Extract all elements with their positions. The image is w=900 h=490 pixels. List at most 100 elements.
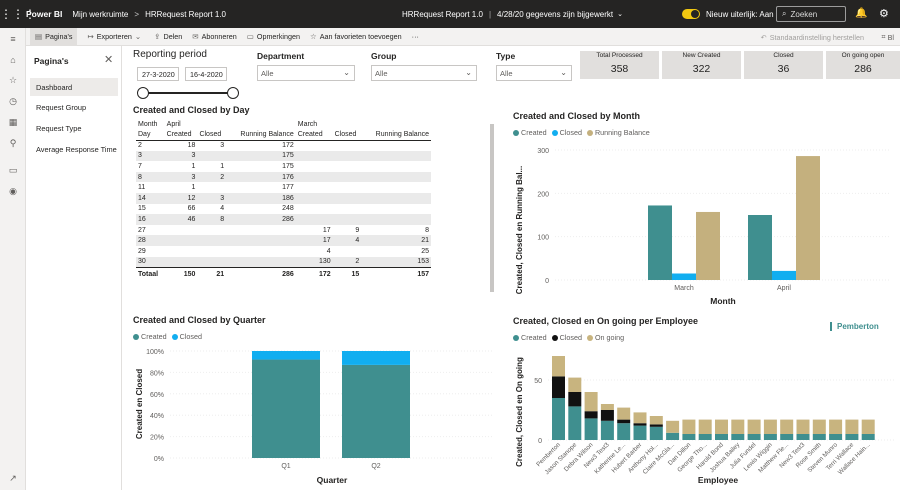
group-dropdown[interactable]: Alle ⌄ bbox=[371, 65, 477, 81]
type-dropdown[interactable]: Alle ⌄ bbox=[496, 65, 572, 81]
employee-highlight-label[interactable]: Pemberton bbox=[830, 322, 879, 331]
comment-icon: ▭ bbox=[246, 32, 254, 41]
matrix-cell: 3 bbox=[220, 142, 225, 150]
breadcrumb-report[interactable]: HRRequest Report 1.0 bbox=[145, 10, 226, 19]
shared-icon[interactable]: ⚲ bbox=[0, 133, 26, 154]
bar-on-going bbox=[861, 419, 875, 434]
home-icon[interactable]: ⌂ bbox=[0, 49, 26, 70]
more-options-button[interactable]: ··· bbox=[412, 28, 419, 46]
chart-month[interactable]: 0 100 200 300 March April Month Created, Closed… bbox=[510, 140, 900, 310]
export-button[interactable]: ↦ Exporteren ⌄ bbox=[87, 28, 144, 46]
department-dropdown[interactable]: Alle ⌄ bbox=[257, 65, 355, 81]
bar-closed bbox=[584, 411, 598, 419]
date-slider-start-handle[interactable] bbox=[137, 87, 149, 99]
matrix-cell bbox=[197, 246, 226, 257]
matrix-row: 8 3 2 176 bbox=[136, 171, 431, 183]
bar-created bbox=[617, 423, 631, 440]
bar-on-going bbox=[763, 419, 777, 434]
legend-item-closed[interactable]: Closed bbox=[171, 332, 202, 341]
matrix-cell: 8 bbox=[136, 171, 165, 183]
page-item-dashboard[interactable]: Dashboard bbox=[30, 78, 118, 96]
matrix-cell bbox=[361, 140, 431, 151]
breadcrumb-workspace[interactable]: Mijn werkruimte bbox=[72, 10, 128, 19]
brand-name[interactable]: Power BI bbox=[26, 9, 62, 19]
legend-dot bbox=[513, 129, 519, 136]
matrix-cell bbox=[361, 119, 431, 130]
date-end-input[interactable]: 16-4-2020 bbox=[185, 67, 227, 81]
y-axis-label: Created, Closed en On going bbox=[515, 357, 524, 467]
workspaces-icon[interactable]: ◉ bbox=[0, 181, 26, 202]
learn-icon[interactable]: ▭ bbox=[0, 160, 26, 181]
kpi-card-new-created[interactable]: New Created 322 bbox=[662, 51, 741, 79]
page-item-request-type[interactable]: Request Type bbox=[30, 119, 118, 137]
matrix-scrollbar[interactable] bbox=[490, 124, 494, 292]
share-button[interactable]: ⇪ Delen bbox=[154, 28, 182, 46]
kpi-card-closed[interactable]: Closed 36 bbox=[744, 51, 823, 79]
date-slider-end-handle[interactable] bbox=[227, 87, 239, 99]
kpi-card-total-processed[interactable]: Total Processed 358 bbox=[580, 51, 659, 79]
left-navigation: ≡ ⌂ ☆ ◷ ▦ ⚲ ▭ ◉ ↗ bbox=[0, 28, 26, 490]
settings-gear-icon[interactable]: ⚙ bbox=[879, 7, 889, 20]
reset-default-button[interactable]: ↶ Standaardinstelling herstellen bbox=[761, 28, 864, 46]
matrix-cell: 15 bbox=[332, 266, 362, 283]
apps-icon[interactable]: ▦ bbox=[0, 112, 26, 133]
bar-created bbox=[682, 434, 696, 440]
data-updated-status[interactable]: 4/28/20 gegevens zijn bijgewerkt bbox=[497, 10, 613, 19]
comments-button[interactable]: ▭ Opmerkingen bbox=[247, 28, 300, 46]
chart-quarter[interactable]: 0% 20% 40% 60% 80% 100% Q1 Q2 Quarter Created en … bbox=[130, 342, 500, 486]
matrix-cell: Month bbox=[138, 120, 158, 128]
y-tick-label: 0% bbox=[154, 456, 164, 463]
pages-button[interactable]: ▤ Pagina's bbox=[30, 27, 78, 46]
legend-item-created[interactable]: Created bbox=[513, 333, 547, 342]
kpi-card-on-going-open[interactable]: On going open 286 bbox=[826, 51, 900, 79]
legend-dot bbox=[586, 129, 593, 136]
matrix-cell: 29 bbox=[138, 247, 146, 255]
matrix-cell bbox=[197, 150, 227, 162]
expand-nav-icon[interactable]: ↗ bbox=[0, 473, 26, 484]
matrix-cell: 286 bbox=[226, 214, 296, 225]
date-range-slider-track[interactable] bbox=[143, 92, 233, 94]
hamburger-menu-icon[interactable]: ≡ bbox=[0, 28, 26, 49]
bar-created bbox=[568, 406, 582, 440]
chart-employee[interactable]: 050PembertonJason StanopeDebra WilsonNew… bbox=[510, 342, 900, 488]
chevron-down-icon: ⌄ bbox=[465, 68, 472, 77]
close-icon[interactable]: ✕ bbox=[104, 53, 113, 66]
legend-label: Running Balance bbox=[594, 128, 650, 137]
legend-item-created[interactable]: Created bbox=[513, 128, 547, 137]
favorites-star-icon[interactable]: ☆ bbox=[0, 70, 26, 91]
matrix-cell bbox=[361, 204, 431, 215]
favorite-button[interactable]: ☆ Aan favorieten toevoegen bbox=[310, 28, 402, 46]
date-start-input[interactable]: 27-3-2020 bbox=[137, 67, 179, 81]
report-title-area: HRRequest Report 1.0 | 4/28/20 gegevens … bbox=[402, 0, 623, 28]
app-launcher-icon[interactable]: ⋮⋮⋮ bbox=[0, 7, 36, 21]
legend-item-closed[interactable]: Closed bbox=[551, 128, 582, 137]
legend-item-closed[interactable]: Closed bbox=[551, 333, 582, 342]
legend-item-running-balance[interactable]: Running Balance bbox=[586, 128, 650, 137]
matrix-cell bbox=[332, 192, 362, 204]
matrix-cell bbox=[226, 246, 296, 257]
day-matrix[interactable]: Month April March Day Created Closed Running B… bbox=[136, 119, 431, 283]
search-box[interactable]: ⌕ Zoeken bbox=[776, 6, 846, 22]
matrix-header-row: Month April March bbox=[136, 119, 431, 130]
kpi-value: 286 bbox=[854, 63, 872, 75]
legend-item-created[interactable]: Created bbox=[133, 332, 167, 341]
kpi-value: 36 bbox=[777, 63, 790, 75]
notifications-bell-icon[interactable]: 🔔 bbox=[855, 8, 867, 19]
new-look-toggle[interactable] bbox=[682, 9, 700, 19]
recent-clock-icon[interactable]: ◷ bbox=[0, 91, 26, 112]
export-arrow-icon: ↦ bbox=[87, 32, 94, 41]
page-item-request-group[interactable]: Request Group bbox=[30, 98, 118, 116]
legend-item-on-going[interactable]: On going bbox=[586, 333, 624, 342]
search-icon: ⌕ bbox=[782, 9, 787, 18]
page-item-average-response-time[interactable]: Average Response Time bbox=[30, 140, 118, 158]
y-tick-label: 60% bbox=[150, 392, 164, 399]
legend-dot bbox=[171, 333, 178, 340]
y-axis-label: Created en Closed bbox=[135, 369, 144, 439]
bar-on-going bbox=[829, 419, 843, 434]
bookmarks-button[interactable]: ⌗ Bl bbox=[882, 28, 894, 46]
matrix-cell: 66 bbox=[187, 205, 196, 213]
bookmarks-label: Bl bbox=[887, 32, 894, 42]
chevron-down-icon[interactable]: ⌄ bbox=[617, 10, 623, 18]
subscribe-button[interactable]: ✉ Abonneren bbox=[192, 28, 236, 46]
bar-created bbox=[747, 434, 761, 440]
